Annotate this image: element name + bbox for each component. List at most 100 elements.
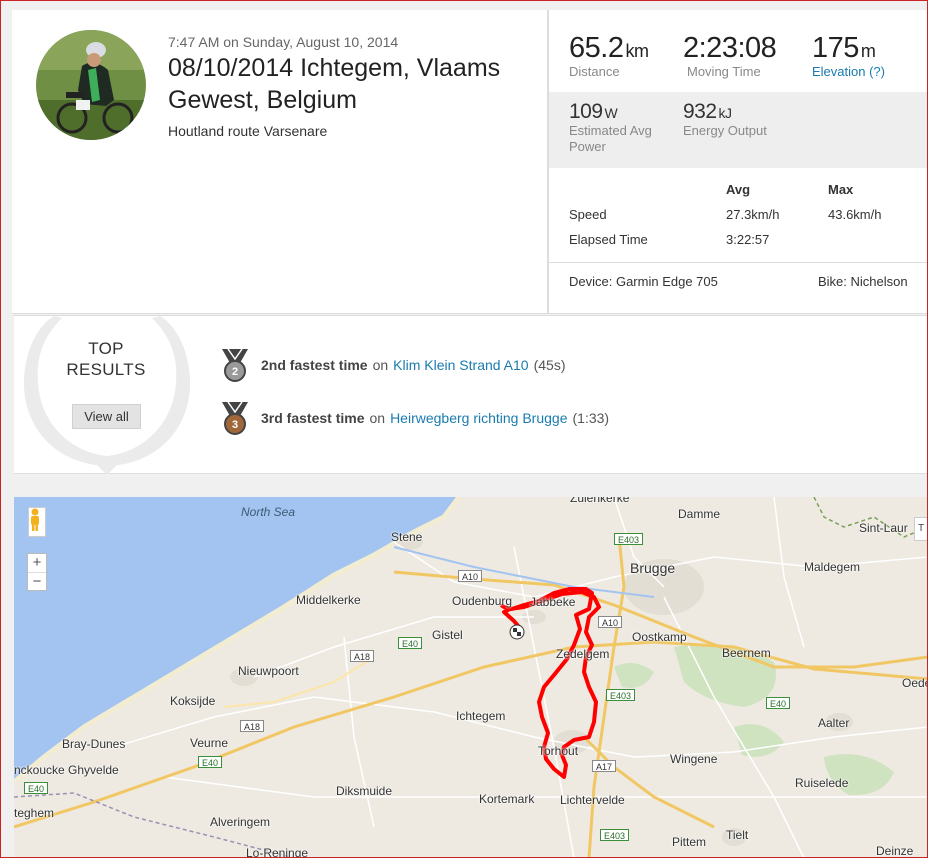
activity-title: 08/10/2014 Ichtegem, Vlaams Gewest, Belg…: [168, 54, 501, 114]
device-info: Device: Garmin Edge 705: [569, 274, 718, 289]
label-stene: Stene: [391, 530, 423, 544]
road-shield: A10: [458, 570, 483, 582]
road-shield: E40: [398, 637, 423, 649]
moving-time-value: 2:23:08: [683, 32, 777, 64]
stat-distance: 65.2 km Distance: [569, 32, 649, 80]
power-label: Estimated Avg Power: [569, 123, 652, 154]
bronze-medal-rank: 3: [232, 419, 238, 431]
power-unit: W: [604, 105, 618, 121]
label-tielt: Tielt: [726, 828, 749, 842]
label-maldegem: Maldegem: [804, 560, 861, 574]
stat-elevation: 175 m Elevation (?): [812, 32, 885, 80]
top-results-heading-line1: TOP: [88, 339, 124, 358]
distance-value: 65.2: [569, 32, 624, 64]
label-gistel: Gistel: [432, 628, 463, 642]
label-damme: Damme: [678, 507, 721, 521]
energy-unit: kJ: [718, 105, 733, 121]
zoom-in-button[interactable]: +: [28, 554, 46, 572]
result-achievement: 3rd fastest time: [261, 410, 365, 426]
road-shield: E403: [606, 689, 636, 701]
label-zuienkerke: Zuienkerke: [570, 497, 630, 505]
result-on-text: on: [372, 357, 389, 373]
label-aalter: Aalter: [818, 716, 850, 730]
activity-header: 7:47 AM on Sunday, August 10, 2014 08/10…: [12, 10, 928, 314]
map-canvas[interactable]: [14, 497, 928, 858]
row-label-speed: Speed: [569, 207, 607, 222]
segment-link[interactable]: Heirwegberg richting Brugge: [390, 410, 567, 426]
label-oostkamp: Oostkamp: [632, 630, 687, 644]
label-alveringem: Alveringem: [210, 815, 271, 829]
label-oedenburg: Oeden: [902, 676, 928, 690]
map-type-control[interactable]: T: [914, 517, 928, 541]
stat-power: 109 W Estimated Avg Power: [569, 100, 669, 155]
result-item: 2 2nd fastest time on Klim Klein Strand …: [220, 347, 565, 383]
activity-stats: 65.2 km Distance 2:23:08 Moving Time 175 m…: [547, 10, 928, 314]
road-shield: A17: [592, 760, 617, 772]
road-shield: A18: [350, 650, 375, 662]
silver-medal-rank: 2: [232, 366, 238, 378]
route-map[interactable]: + − T North Sea Stene Middelkerke Oudenb…: [14, 497, 928, 858]
energy-label: Energy Output: [683, 123, 767, 138]
label-pittem: Pittem: [672, 835, 707, 849]
view-all-button[interactable]: View all: [72, 404, 141, 429]
device-row: Device: Garmin Edge 705 Bike: Nichelson: [549, 262, 928, 314]
bike-info: Bike: Nichelson: [818, 274, 908, 289]
label-nieuwpoort: Nieuwpoort: [238, 664, 299, 678]
col-header-avg: Avg: [726, 182, 751, 197]
label-beernem: Beernem: [722, 646, 771, 660]
label-oudenburg: Oudenburg: [452, 594, 513, 608]
stat-moving-time: 2:23:08 Moving Time: [683, 32, 777, 80]
result-time: (1:33): [572, 410, 610, 426]
label-ichtegem: Ichtegem: [456, 709, 506, 723]
finish-flag-icon: [509, 624, 525, 640]
result-item: 3 3rd fastest time on Heirwegberg richti…: [220, 400, 609, 436]
street-view-pegman-icon[interactable]: [28, 507, 46, 537]
activity-description: Houtland route Varsenare: [168, 123, 328, 139]
activity-datetime: 7:47 AM on Sunday, August 10, 2014: [168, 34, 399, 50]
power-value: 109: [569, 100, 603, 123]
activity-summary: 7:47 AM on Sunday, August 10, 2014 08/10…: [12, 10, 547, 314]
road-shield: E40: [24, 782, 49, 794]
label-ghyvelde: nckoucke Ghyvelde: [14, 763, 119, 777]
elevation-unit: m: [860, 41, 876, 61]
speed-avg: 27.3km/h: [726, 207, 780, 222]
col-header-max: Max: [828, 182, 854, 197]
secondary-stats: 109 W Estimated Avg Power 932 kJ Energy Ou…: [549, 92, 928, 168]
label-middelkerke: Middelkerke: [296, 593, 361, 607]
result-on-text: on: [369, 410, 386, 426]
label-ruiselede: Ruiselede: [795, 776, 849, 790]
road-shield: A18: [240, 720, 265, 732]
moving-time-label: Moving Time: [687, 64, 761, 79]
athlete-avatar[interactable]: [36, 30, 146, 140]
label-north-sea: North Sea: [241, 505, 296, 519]
label-zedelgem: Zedelgem: [556, 647, 610, 661]
top-results-heading-line2: RESULTS: [66, 360, 146, 379]
speed-max: 43.6km/h: [828, 207, 882, 222]
bronze-medal-icon: 3: [222, 401, 248, 435]
label-lichtervelde: Lichtervelde: [560, 793, 625, 807]
top-results-heading: TOP RESULTS: [58, 338, 154, 380]
result-time: (45s): [533, 357, 566, 373]
label-veurne: Veurne: [190, 736, 229, 750]
road-shield: E403: [600, 829, 630, 841]
label-koksijde: Koksijde: [170, 694, 216, 708]
elevation-help-link[interactable]: Elevation (?): [812, 64, 885, 80]
road-shield: E403: [614, 533, 644, 545]
elevation-value: 175: [812, 32, 859, 64]
distance-label: Distance: [569, 64, 620, 79]
road-shield: A10: [598, 616, 623, 628]
zoom-out-button[interactable]: −: [28, 572, 46, 590]
distance-unit: km: [625, 41, 649, 61]
road-shield: E40: [766, 697, 791, 709]
label-kortemark: Kortemark: [479, 792, 535, 806]
label-lo-reninge: Lo-Reninge: [246, 846, 309, 858]
label-torhout: Torhout: [538, 744, 579, 758]
label-deinze: Deinze: [876, 844, 914, 858]
zoom-control: + −: [27, 553, 47, 591]
top-results-card: TOP RESULTS View all 2 2nd fastest time …: [14, 315, 928, 475]
segment-link[interactable]: Klim Klein Strand A10: [393, 357, 528, 373]
energy-value: 932: [683, 100, 717, 123]
label-brugge: Brugge: [630, 560, 676, 576]
stat-energy: 932 kJ Energy Output: [683, 100, 767, 139]
label-diksmuide: Diksmuide: [336, 784, 393, 798]
